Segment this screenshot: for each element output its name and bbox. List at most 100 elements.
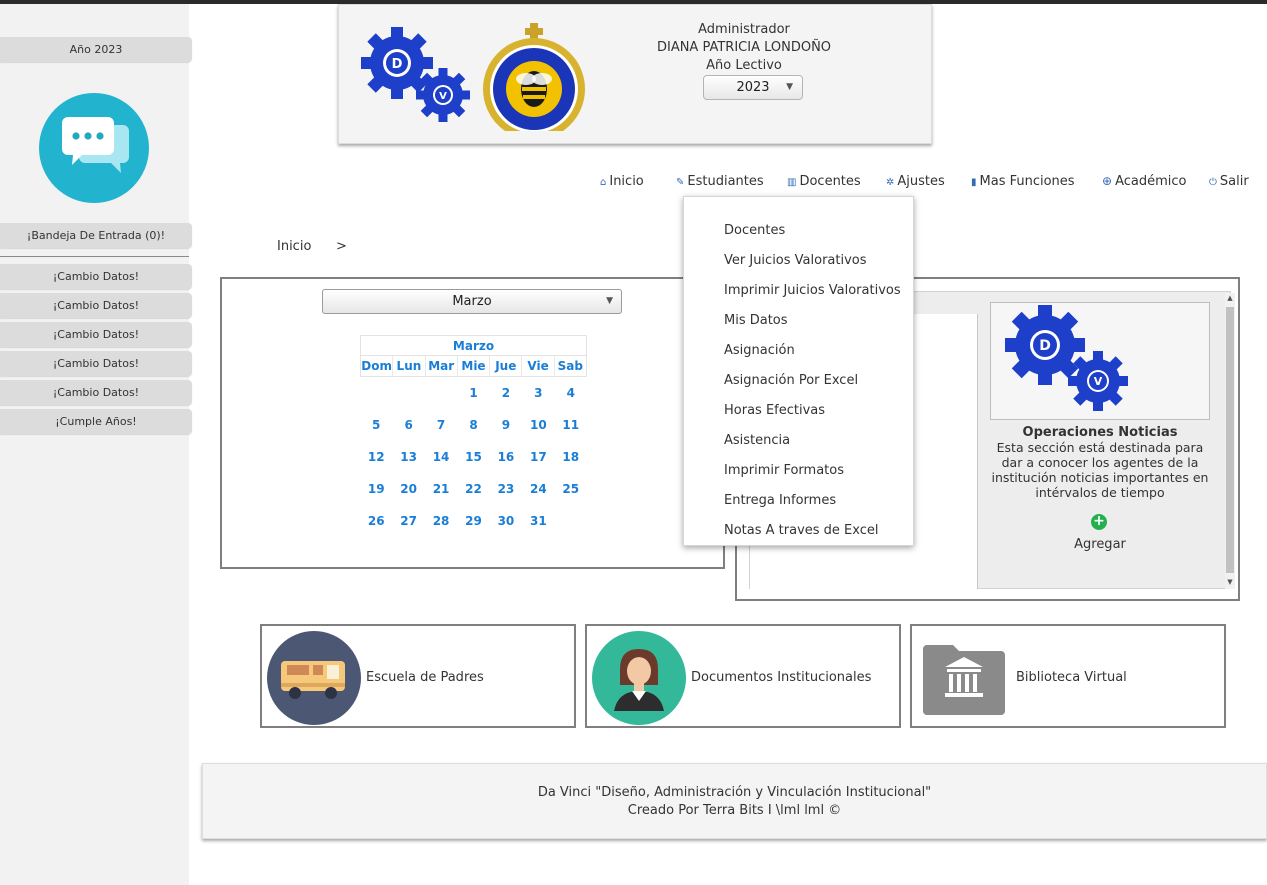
calendar-day[interactable]: 2 xyxy=(490,386,522,400)
menu-item-asistencia[interactable]: Asistencia xyxy=(724,433,790,448)
user-role: Administrador xyxy=(698,22,790,37)
nav-inicio[interactable]: ⌂ Inicio xyxy=(600,174,644,189)
calendar-day[interactable]: 7 xyxy=(425,418,457,432)
menu-item-ver-juicios[interactable]: Ver Juicios Valorativos xyxy=(724,253,867,268)
menu-item-entrega-informes[interactable]: Entrega Informes xyxy=(724,493,836,508)
nav-label: Ajustes xyxy=(897,174,945,189)
nav-label: Inicio xyxy=(609,174,644,189)
weekday-label: Mar xyxy=(426,356,458,376)
home-icon: ⌂ xyxy=(600,177,607,188)
nav-ajustes[interactable]: ✲ Ajustes xyxy=(886,174,945,189)
calendar-day[interactable]: 29 xyxy=(458,514,490,528)
nav-label: Estudiantes xyxy=(687,174,764,189)
calendar-day[interactable]: 5 xyxy=(360,418,392,432)
calendar-day[interactable]: 15 xyxy=(458,450,490,464)
footer-line-1: Da Vinci "Diseño, Administración y Vincu… xyxy=(537,785,932,800)
inbox-button[interactable]: ¡Bandeja De Entrada (0)! xyxy=(0,223,192,248)
breadcrumb-home[interactable]: Inicio xyxy=(277,239,311,254)
calendar-day[interactable]: 17 xyxy=(522,450,554,464)
card-escuela-padres[interactable]: Escuela de Padres xyxy=(260,624,576,728)
nav-mas-funciones[interactable]: ▮ Mas Funciones xyxy=(971,174,1075,189)
footer: Da Vinci "Diseño, Administración y Vincu… xyxy=(202,763,1267,839)
nav-docentes[interactable]: ▥ Docentes xyxy=(787,174,861,189)
woman-avatar-icon xyxy=(592,631,686,725)
menu-item-asignacion[interactable]: Asignación xyxy=(724,343,795,358)
calendar-day[interactable]: 19 xyxy=(360,482,392,496)
calendar-day[interactable]: 24 xyxy=(522,482,554,496)
weekday-label: Lun xyxy=(393,356,426,376)
calendar-day[interactable]: 13 xyxy=(393,450,425,464)
card-biblioteca-virtual[interactable]: Biblioteca Virtual xyxy=(910,624,1226,728)
news-ops-title: Operaciones Noticias xyxy=(1022,425,1178,440)
calendar-day[interactable]: 31 xyxy=(522,514,554,528)
calendar-day[interactable]: 16 xyxy=(490,450,522,464)
nav-label: Salir xyxy=(1219,174,1249,189)
menu-item-imprimir-juicios[interactable]: Imprimir Juicios Valorativos xyxy=(724,283,901,298)
calendar-day[interactable]: 3 xyxy=(522,386,554,400)
calendar-day[interactable]: 12 xyxy=(360,450,392,464)
calendar-day[interactable]: 23 xyxy=(490,482,522,496)
calendar-day[interactable]: 26 xyxy=(360,514,392,528)
sidebar-item-cambio-datos[interactable]: ¡Cambio Datos! xyxy=(0,322,192,347)
menu-item-asignacion-excel[interactable]: Asignación Por Excel xyxy=(724,373,858,388)
calendar-day[interactable]: 20 xyxy=(393,482,425,496)
sidebar-item-cambio-datos[interactable]: ¡Cambio Datos! xyxy=(0,293,192,318)
sidebar: Año 2023 ¡Bandeja De Entrada (0)! ¡Cambi… xyxy=(0,4,192,885)
menu-item-imprimir-formatos[interactable]: Imprimir Formatos xyxy=(724,463,844,478)
calendar-day[interactable]: 21 xyxy=(425,482,457,496)
year-label: Año Lectivo xyxy=(706,58,782,73)
calendar-days: 1 2 3 4 5 6 7 8 9 10 11 12 13 14 15 16 17 18 19 20 21 22 23 24 2… xyxy=(360,377,587,537)
calendar-day[interactable]: 11 xyxy=(555,418,587,432)
add-news-button[interactable]: Agregar xyxy=(986,537,1214,552)
sidebar-item-cumple-anos[interactable]: ¡Cumple Años! xyxy=(0,409,192,434)
scroll-up-icon[interactable]: ▲ xyxy=(1225,294,1235,302)
news-scrollbar[interactable]: ▲ ▼ xyxy=(1225,293,1235,589)
header-panel: D V Administrador DIANA PATRICIA LONDOÑO… xyxy=(338,4,932,144)
menu-item-notas-excel[interactable]: Notas A traves de Excel xyxy=(724,523,879,538)
calendar-day[interactable]: 8 xyxy=(458,418,490,432)
card-label: Escuela de Padres xyxy=(366,670,484,685)
calendar-day[interactable]: 10 xyxy=(522,418,554,432)
calendar-weekdays: Dom Lun Mar Mie Jue Vie Sab xyxy=(360,355,587,377)
menu-item-mis-datos[interactable]: Mis Datos xyxy=(724,313,788,328)
calendar-panel: Marzo ▼ Marzo Dom Lun Mar Mie Jue Vie Sa… xyxy=(220,277,725,569)
pencil-icon: ✎ xyxy=(676,177,685,188)
news-ops-description: Esta sección está destinada para dar a c… xyxy=(991,440,1209,500)
menu-item-docentes[interactable]: Docentes xyxy=(724,223,785,238)
calendar-grid: Marzo Dom Lun Mar Mie Jue Vie Sab 123456… xyxy=(360,335,587,537)
nav-academico[interactable]: ⊕ Académico xyxy=(1102,174,1186,189)
sidebar-item-cambio-datos[interactable]: ¡Cambio Datos! xyxy=(0,264,192,289)
chat-bubbles-icon[interactable] xyxy=(39,93,149,203)
weekday-label: Sab xyxy=(557,359,583,373)
scroll-thumb[interactable] xyxy=(1226,307,1234,573)
calendar-day[interactable]: 27 xyxy=(393,514,425,528)
menu-item-horas-efectivas[interactable]: Horas Efectivas xyxy=(724,403,825,418)
sidebar-divider xyxy=(0,256,189,257)
month-select[interactable]: Marzo ▼ xyxy=(322,289,622,314)
calendar-day[interactable]: 22 xyxy=(458,482,490,496)
nav-salir[interactable]: ⏻ Salir xyxy=(1209,174,1249,189)
svg-text:V: V xyxy=(439,91,447,102)
year-select[interactable]: 2023 ▼ xyxy=(703,75,803,100)
calendar-day[interactable]: 1 xyxy=(458,386,490,400)
add-icon[interactable]: + xyxy=(1091,514,1107,530)
book-icon: ▮ xyxy=(971,177,977,188)
calendar-day[interactable]: 9 xyxy=(490,418,522,432)
scroll-down-icon[interactable]: ▼ xyxy=(1225,578,1235,586)
calendar-day[interactable]: 6 xyxy=(393,418,425,432)
sidebar-item-cambio-datos[interactable]: ¡Cambio Datos! xyxy=(0,351,192,376)
calendar-day[interactable]: 30 xyxy=(490,514,522,528)
calendar-day[interactable]: 18 xyxy=(555,450,587,464)
calendar-day[interactable]: 14 xyxy=(425,450,457,464)
weekday-label: Mie xyxy=(458,356,491,376)
nav-label: Académico xyxy=(1115,174,1187,189)
calendar-day[interactable]: 4 xyxy=(555,386,587,400)
sidebar-item-cambio-datos[interactable]: ¡Cambio Datos! xyxy=(0,380,192,405)
nav-estudiantes[interactable]: ✎ Estudiantes xyxy=(676,174,764,189)
calendar-day[interactable]: 28 xyxy=(425,514,457,528)
calendar-day[interactable]: 25 xyxy=(555,482,587,496)
calendar-title: Marzo xyxy=(360,335,587,355)
nav-label: Docentes xyxy=(799,174,861,189)
school-seal-logo xyxy=(481,21,591,140)
card-documentos-institucionales[interactable]: Documentos Institucionales xyxy=(585,624,901,728)
